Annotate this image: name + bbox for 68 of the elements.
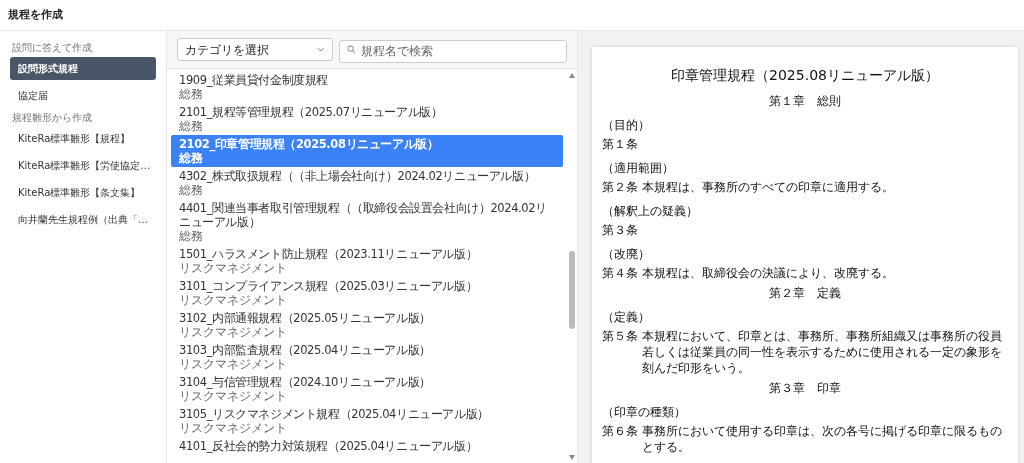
article-caption: （適用範囲） <box>602 161 674 175</box>
item-category: 総務 <box>179 229 204 243</box>
item-title: 4302_株式取扱規程（（非上場会社向け）2024.02リニューアル版） <box>179 169 537 183</box>
article-number: 第１条 <box>602 136 639 152</box>
article-number: 第５条 <box>602 328 639 345</box>
chapter-heading: 第２章 定義 <box>769 286 841 301</box>
list-item[interactable]: 3103_内部監査規程（2025.04リニューアル版） リスクマネジメント <box>171 341 563 373</box>
section-label: 規程雛形から作成 <box>11 111 93 124</box>
article-number: 第３条 <box>602 222 639 238</box>
item-title: 3102_内部通報規程（2025.05リニューアル版） <box>179 311 432 325</box>
article-text: 本規程は、事務所のすべての印章に適用する。 <box>642 179 894 195</box>
list-item[interactable]: 4302_株式取扱規程（（非上場会社向け）2024.02リニューアル版） 総務 <box>171 167 563 199</box>
search-field[interactable]: 規程名で検索 <box>339 39 567 63</box>
sidebar-item[interactable]: KiteRa標準雛形【労使協定… <box>10 154 156 177</box>
item-category: 総務 <box>179 183 204 197</box>
item-category: 総務 <box>179 151 203 165</box>
item-title: 2102_印章管理規程（2025.08リニューアル版） <box>179 137 440 151</box>
article-caption: （定義） <box>602 310 650 324</box>
article-number: 第４条 <box>602 265 639 281</box>
list-item[interactable]: 1909_従業員貸付金制度規程 総務 <box>171 71 563 103</box>
category-select[interactable]: カテゴリを選択 <box>177 38 333 61</box>
item-title: 1501_ハラスメント防止規程（2023.11リニューアル版） <box>179 247 479 261</box>
item-category: リスクマネジメント <box>179 389 288 403</box>
item-title: 4101_反社会的勢力対策規程（2025.04リニューアル版） <box>179 439 479 453</box>
article-caption: （目的） <box>602 118 650 132</box>
article-caption: （改廃） <box>602 247 650 261</box>
list-item[interactable]: 3104_与信管理規程（2024.10リニューアル版） リスクマネジメント <box>171 373 563 405</box>
item-category: リスクマネジメント <box>179 293 288 307</box>
item-category: リスクマネジメント <box>179 261 288 275</box>
sidebar-item[interactable]: KiteRa標準雛形【条文集】 <box>10 181 156 204</box>
search-icon <box>347 45 356 54</box>
item-category: 総務 <box>179 119 204 133</box>
article-number: 第２条 <box>602 179 639 195</box>
item-title: 3104_与信管理規程（2024.10リニューアル版） <box>179 375 432 389</box>
article-caption: （解釈上の疑義） <box>602 204 698 218</box>
item-category: リスクマネジメント <box>179 357 288 371</box>
sidebar-item[interactable]: 向井蘭先生規程例（出典「… <box>10 208 156 231</box>
article-text: 本規程は、取締役会の決議により、改廃する。 <box>642 265 894 281</box>
list-item[interactable]: 4401_関連当事者取引管理規程（（取締役会設置会社向け）2024.02リニューアル版） 総務 <box>171 199 563 245</box>
article-number: 第６条 <box>602 423 639 440</box>
list-item[interactable]: 3105_リスクマネジメント規程（2025.04リニューアル版） リスクマネジメント <box>171 405 563 437</box>
item-title: 1909_従業員貸付金制度規程 <box>179 73 330 87</box>
item-title: 3103_内部監査規程（2025.04リニューアル版） <box>179 343 432 357</box>
sidebar-item[interactable]: 協定届 <box>10 84 156 107</box>
item-title: 3101_コンプライアンス規程（2025.03リニューアル版） <box>179 279 479 293</box>
item-title: 4401_関連当事者取引管理規程（（取締役会設置会社向け）2024.02リニューアル版） <box>179 201 548 229</box>
item-category: 総務 <box>179 87 204 101</box>
item-title: 2101_規程等管理規程（2025.07リニューアル版） <box>179 105 444 119</box>
page-title: 規程を作成 <box>8 6 63 23</box>
article-text: 本規程において、印章とは、事務所、事務所組織又は事務所の役員若しくは従業員の同一性を表示するために使用される一定の象形を刻んだ印形をいう。 <box>642 328 1003 376</box>
chapter-heading: 第３章 印章 <box>769 381 841 396</box>
item-category: リスクマネジメント <box>179 325 288 339</box>
list-item[interactable]: 4101_反社会的勢力対策規程（2025.04リニューアル版） <box>171 437 563 455</box>
chevron-down-icon <box>317 47 325 52</box>
document-title: 印章管理規程（2025.08リニューアル版） <box>671 66 939 85</box>
list-item[interactable]: 2101_規程等管理規程（2025.07リニューアル版） 総務 <box>171 103 563 135</box>
list-item[interactable]: 3101_コンプライアンス規程（2025.03リニューアル版） リスクマネジメント <box>171 277 563 309</box>
sidebar-item[interactable]: 設問形式規程 <box>10 57 156 80</box>
item-title: 3105_リスクマネジメント規程（2025.04リニューアル版） <box>179 407 490 421</box>
list-item[interactable]: 3102_内部通報規程（2025.05リニューアル版） リスクマネジメント <box>171 309 563 341</box>
sidebar-item[interactable]: KiteRa標準雛形【規程】 <box>10 127 156 150</box>
article-caption: （印章の種類） <box>602 405 686 419</box>
chapter-heading: 第１章 総則 <box>769 94 841 109</box>
list-item[interactable]: 2102_印章管理規程（2025.08リニューアル版） 総務 <box>171 135 563 167</box>
article-text: 事務所において使用する印章は、次の各号に掲げる印章に限るものとする。 <box>642 423 1003 455</box>
list-item[interactable]: 1501_ハラスメント防止規程（2023.11リニューアル版） リスクマネジメント <box>171 245 563 277</box>
item-category: リスクマネジメント <box>179 421 288 435</box>
section-label: 設問に答えて作成 <box>11 41 93 54</box>
